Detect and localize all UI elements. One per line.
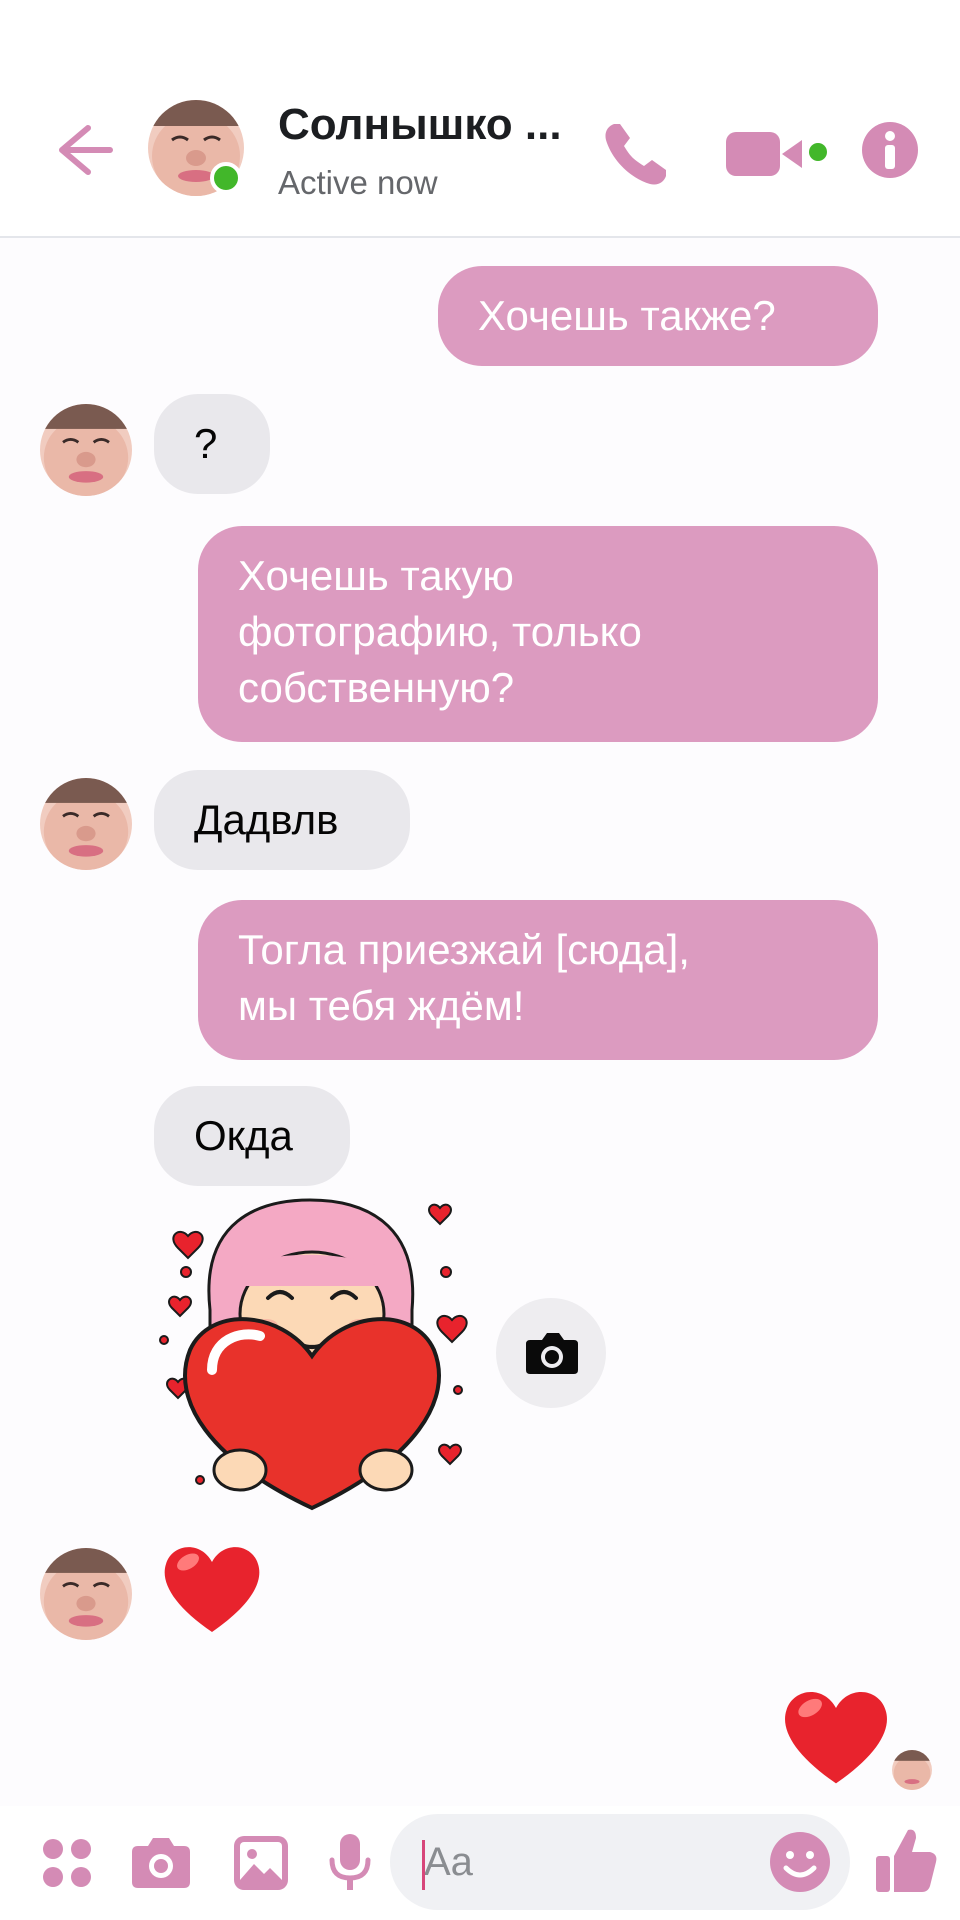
contact-avatar[interactable] <box>148 100 244 196</box>
message-text: Хочешь также? <box>478 292 776 339</box>
outgoing-message-bubble[interactable]: Хочешь также? <box>438 266 878 366</box>
contact-name[interactable]: Солнышко ... <box>278 100 562 150</box>
message-text: Дадвлв <box>194 796 339 843</box>
conversation-header: Солнышко ... Active now <box>0 0 960 238</box>
heart-emoji[interactable] <box>160 1536 264 1640</box>
message-text-line: собственную? <box>238 664 515 711</box>
info-icon[interactable] <box>860 120 920 180</box>
girl-holding-heart-sticker[interactable] <box>150 1190 480 1520</box>
video-call-icon[interactable] <box>724 126 828 182</box>
seen-indicator-avatar <box>892 1750 932 1790</box>
contact-avatar-small[interactable] <box>40 1548 132 1640</box>
save-to-camera-button[interactable] <box>496 1298 606 1408</box>
online-status-dot <box>210 162 242 194</box>
camera-icon <box>526 1333 578 1374</box>
incoming-message-bubble[interactable]: Дадвлв <box>154 770 410 870</box>
phone-call-icon[interactable] <box>600 118 672 190</box>
outgoing-message-bubble[interactable]: Хочешь такую фотографию, только собствен… <box>198 526 878 742</box>
message-text-line: мы тебя ждём! <box>238 982 525 1029</box>
contact-avatar-small[interactable] <box>40 778 132 870</box>
gallery-icon[interactable] <box>232 1834 290 1892</box>
heart-emoji[interactable] <box>780 1680 892 1792</box>
message-text: ? <box>194 420 218 467</box>
microphone-icon[interactable] <box>326 1832 374 1894</box>
thumbs-up-icon[interactable] <box>874 1826 938 1896</box>
message-text: Окда <box>194 1112 293 1159</box>
emoji-icon[interactable] <box>768 1830 832 1894</box>
camera-icon[interactable] <box>130 1834 192 1890</box>
message-text-line: Тогла приезжай [сюда], <box>238 926 690 973</box>
message-text-line: фотографию, только <box>238 608 642 655</box>
contact-status: Active now <box>278 164 438 201</box>
back-arrow-icon[interactable] <box>52 118 116 182</box>
message-composer <box>0 1806 960 1920</box>
message-list[interactable]: Хочешь также? ? Хочешь такую фотографию,… <box>0 236 960 1806</box>
incoming-message-bubble[interactable]: Окда <box>154 1086 350 1186</box>
more-actions-icon[interactable] <box>40 1836 94 1890</box>
incoming-message-bubble[interactable]: ? <box>154 394 270 494</box>
message-text-line: Хочешь такую <box>238 552 514 599</box>
contact-avatar-small[interactable] <box>40 404 132 496</box>
outgoing-message-bubble[interactable]: Тогла приезжай [сюда], мы тебя ждём! <box>198 900 878 1060</box>
text-cursor <box>422 1840 425 1890</box>
